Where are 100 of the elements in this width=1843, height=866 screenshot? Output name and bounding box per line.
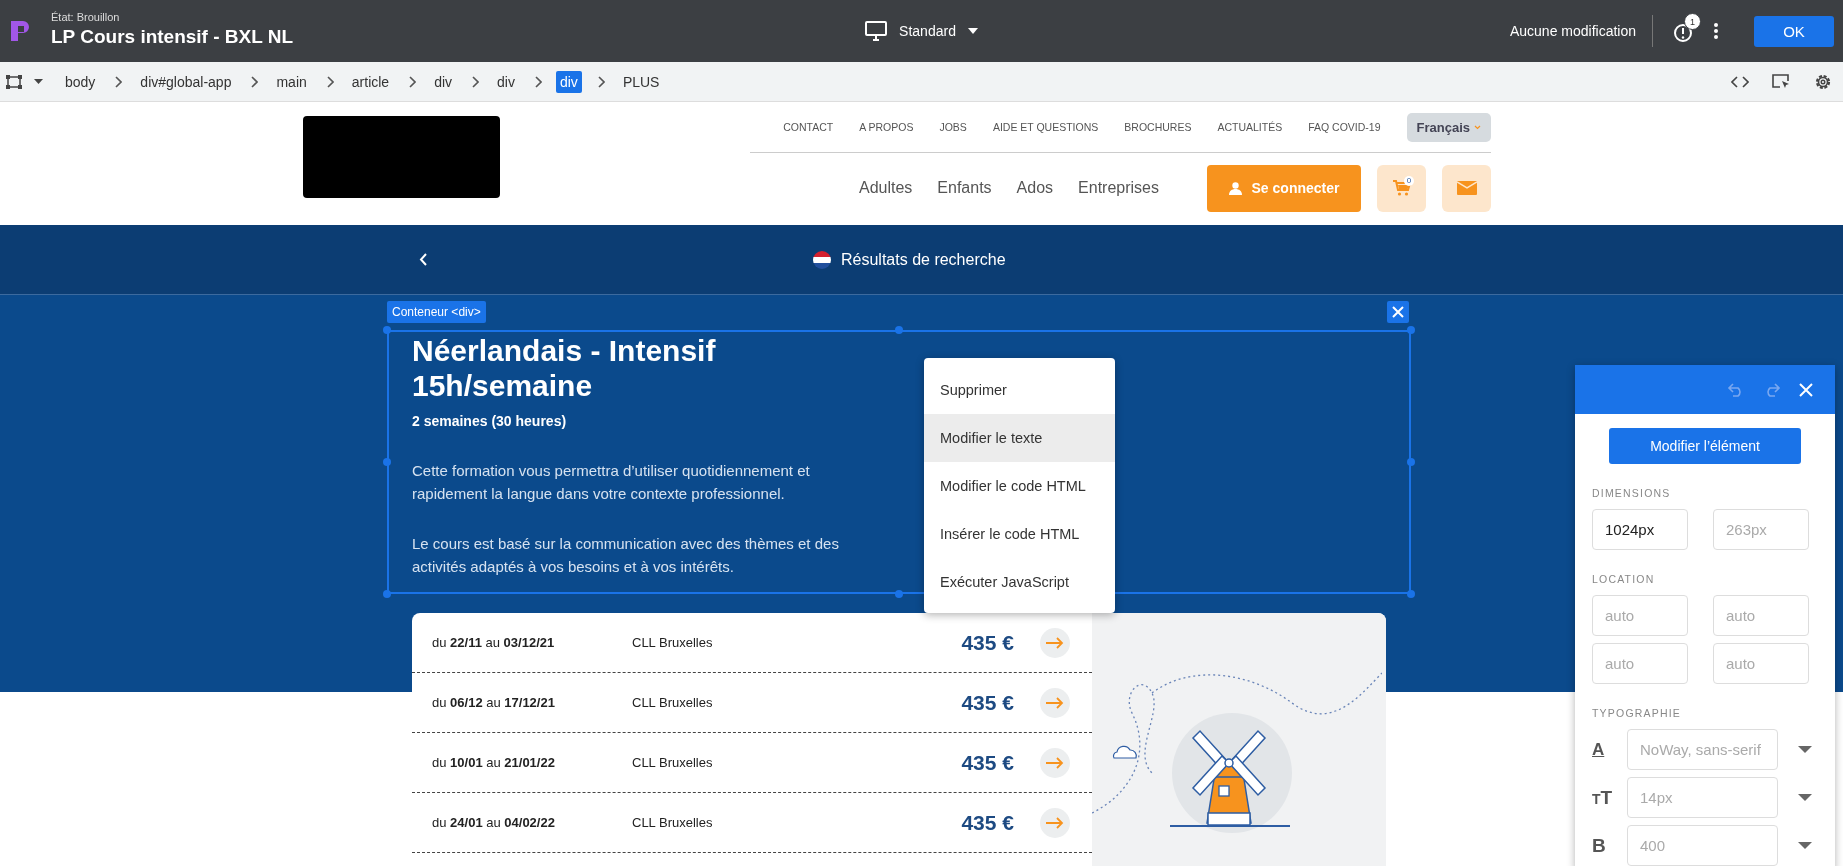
language-selector[interactable]: Français — [1406, 112, 1491, 142]
element-picker-icon[interactable] — [1771, 72, 1791, 91]
session-price: 435 € — [961, 810, 1014, 835]
breadcrumb-item[interactable]: body — [61, 70, 100, 93]
chevron-right-icon — [249, 75, 259, 88]
nav-link[interactable]: Adultes — [858, 179, 913, 197]
arrow-right-icon — [1046, 816, 1064, 829]
device-selector[interactable]: Standard — [859, 17, 984, 45]
input-field[interactable]: 263px — [1713, 509, 1809, 550]
dropdown-caret-icon[interactable] — [1798, 746, 1812, 753]
arrow-right-icon — [1046, 696, 1064, 709]
resize-handle[interactable] — [895, 590, 903, 598]
alert-count-badge: 1 — [1684, 13, 1701, 30]
modify-element-button[interactable]: Modifier l’élément — [1609, 428, 1801, 464]
resize-handle[interactable] — [1407, 458, 1415, 466]
input-field[interactable]: auto — [1713, 643, 1809, 684]
nav-link[interactable]: ACTUALITÉS — [1217, 121, 1283, 133]
cart-count-badge: 0 — [1404, 175, 1414, 186]
arrow-button[interactable] — [1040, 747, 1070, 778]
nav-link[interactable]: AIDE ET QUESTIONS — [992, 121, 1099, 133]
chevron-right-icon — [532, 75, 542, 88]
chevron-right-icon — [407, 75, 417, 88]
close-icon[interactable] — [1799, 382, 1813, 397]
input-field[interactable]: auto — [1713, 595, 1809, 636]
page-title: Résultats de recherche — [841, 250, 1006, 269]
code-icon[interactable] — [1731, 75, 1749, 88]
session-location: CLL Bruxelles — [632, 695, 714, 710]
resize-handle[interactable] — [383, 458, 391, 466]
session-price: 435 € — [961, 750, 1014, 775]
close-icon — [1392, 306, 1404, 318]
ok-button[interactable]: OK — [1754, 15, 1834, 47]
nav-link[interactable]: Ados — [1016, 179, 1054, 197]
caret-icon — [967, 28, 978, 34]
breadcrumb-item[interactable]: PLUS — [618, 70, 664, 93]
chevron-right-icon — [595, 75, 605, 88]
netherlands-flag-icon — [813, 250, 831, 269]
menu-item[interactable]: Exécuter JavaScript — [924, 558, 1115, 606]
more-options-icon[interactable] — [1713, 22, 1719, 40]
session-dates: du 06/12 au 17/12/21 — [432, 695, 556, 710]
breadcrumb-item[interactable]: main — [272, 70, 311, 93]
cart-button[interactable]: 0 — [1377, 164, 1426, 212]
session-dates: du 22/11 au 03/12/21 — [432, 635, 556, 650]
user-icon — [1228, 181, 1242, 195]
dropdown-caret-icon[interactable] — [1798, 842, 1812, 849]
bold-icon: B — [1592, 834, 1627, 857]
select-mode-icon[interactable] — [6, 74, 22, 89]
nav-link[interactable]: Enfants — [937, 179, 992, 197]
resize-handle[interactable] — [1407, 326, 1415, 334]
resize-handle[interactable] — [383, 326, 391, 334]
arrow-button[interactable] — [1040, 687, 1070, 718]
nav-link[interactable]: FAQ COVID-19 — [1308, 121, 1381, 133]
nav-link[interactable]: JOBS — [939, 121, 967, 133]
document-title: LP Cours intensif - BXL NL — [51, 25, 294, 48]
menu-item[interactable]: Supprimer — [924, 366, 1115, 414]
breadcrumb-item[interactable]: div — [555, 70, 582, 93]
alert-icon[interactable] — [1673, 23, 1693, 43]
resize-handle[interactable] — [895, 326, 903, 334]
chevron-down-icon — [1474, 124, 1481, 130]
selection-label: Conteneur <div> — [387, 301, 486, 323]
breadcrumb-item[interactable]: div — [430, 70, 457, 93]
caret-icon[interactable] — [34, 79, 43, 84]
input-field[interactable]: 14px — [1627, 777, 1778, 818]
input-field[interactable]: 400 — [1627, 825, 1778, 866]
resize-handle[interactable] — [383, 590, 391, 598]
arrow-button[interactable] — [1040, 627, 1070, 658]
save-status: Aucune modification — [1509, 23, 1636, 39]
breadcrumb-item[interactable]: article — [347, 70, 394, 93]
breadcrumb-item[interactable]: div#global-app — [136, 70, 236, 93]
arrow-right-icon — [1046, 636, 1064, 649]
session-location: CLL Bruxelles — [632, 815, 714, 830]
input-field[interactable]: NoWay, sans-serif — [1627, 729, 1778, 770]
session-location: CLL Bruxelles — [632, 635, 714, 650]
menu-item[interactable]: Insérer le code HTML — [924, 510, 1115, 558]
menu-item[interactable]: Modifier le code HTML — [924, 462, 1115, 510]
input-field[interactable]: auto — [1592, 643, 1688, 684]
nav-link[interactable]: A PROPOS — [859, 121, 914, 133]
resize-handle[interactable] — [1407, 590, 1415, 598]
nav-link[interactable]: Entreprises — [1078, 179, 1159, 197]
course-description: Le cours est basé sur la communication avec des thèmes et des activités adaptés à vos besoins et à vos intérêts. — [412, 534, 840, 577]
arrow-button[interactable] — [1040, 807, 1070, 838]
breadcrumb-item[interactable]: div — [493, 70, 519, 93]
cart-icon — [1392, 180, 1411, 196]
menu-item[interactable]: Modifier le texte — [924, 414, 1115, 462]
chevron-right-icon — [470, 75, 480, 88]
input-field[interactable]: auto — [1592, 595, 1688, 636]
input-field[interactable]: 1024px — [1592, 509, 1688, 550]
session-dates: du 24/01 au 04/02/22 — [432, 815, 556, 830]
nav-link[interactable]: BROCHURES — [1124, 121, 1192, 133]
app-logo-icon — [9, 19, 31, 43]
font-color-icon: A — [1592, 739, 1627, 760]
mail-button[interactable] — [1442, 164, 1491, 212]
text-size-icon: TT — [1592, 786, 1627, 809]
close-button[interactable] — [1387, 301, 1409, 323]
course-title: Néerlandais - Intensif 15h/semaine — [412, 333, 716, 403]
nav-link[interactable]: CONTACT — [783, 121, 834, 133]
monitor-icon — [865, 21, 888, 41]
back-chevron-icon[interactable] — [419, 253, 427, 266]
dropdown-caret-icon[interactable] — [1798, 794, 1812, 801]
session-dates: du 10/01 au 21/01/22 — [432, 755, 556, 770]
section-label: TYPOGRAPHIE — [1592, 707, 1683, 719]
